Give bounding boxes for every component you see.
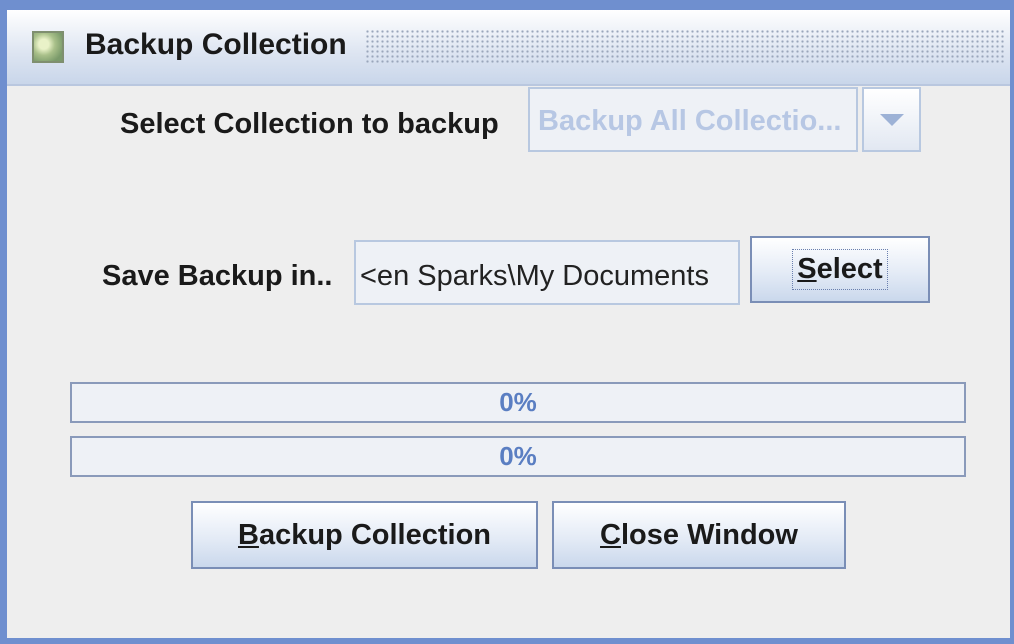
title-bar-grip: [365, 29, 1004, 65]
select-label-rest: elect: [816, 253, 883, 285]
select-collection-label: Select Collection to backup: [120, 108, 499, 140]
collection-progress-bar: 0%: [70, 382, 966, 423]
select-folder-button[interactable]: Select: [750, 236, 930, 303]
close-mnemonic: C: [600, 518, 621, 551]
select-mnemonic: S: [797, 253, 817, 285]
backup-path-field[interactable]: <en Sparks\My Documents: [354, 240, 740, 305]
collection-dropdown-button[interactable]: [862, 87, 921, 152]
chevron-down-icon: [880, 114, 904, 126]
progress-text: 0%: [499, 387, 537, 417]
save-backup-label: Save Backup in..: [102, 260, 333, 292]
collection-app-icon: [32, 31, 64, 63]
progress-text: 0%: [499, 441, 537, 471]
backup-mnemonic: B: [238, 518, 259, 551]
close-label-rest: lose Window: [620, 518, 798, 551]
window-title: Backup Collection: [85, 28, 347, 61]
backup-label-rest: ackup Collection: [258, 518, 491, 551]
select-button-focus-ring: Select: [792, 249, 888, 290]
collection-combobox[interactable]: Backup All Collectio...: [528, 87, 921, 152]
title-bar[interactable]: Backup Collection: [7, 10, 1010, 86]
item-progress-bar: 0%: [70, 436, 966, 477]
backup-collection-button[interactable]: Backup Collection: [191, 501, 538, 569]
close-window-button[interactable]: Close Window: [552, 501, 846, 569]
backup-collection-window: Backup Collection Select Collection to b…: [0, 0, 1014, 644]
collection-selected-value[interactable]: Backup All Collectio...: [528, 87, 858, 152]
